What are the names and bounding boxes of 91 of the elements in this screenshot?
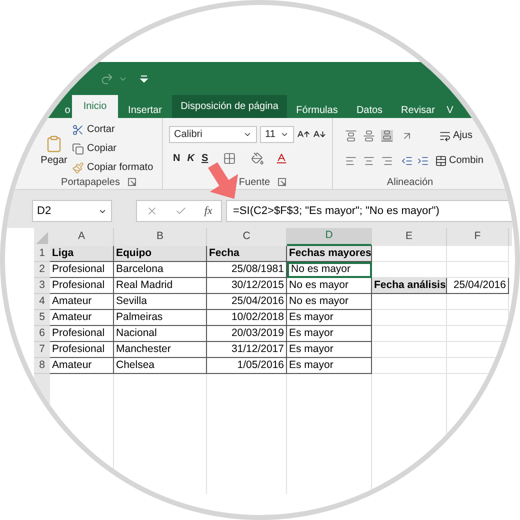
align-left-icon[interactable] (345, 154, 357, 166)
dialog-launcher-icon[interactable] (278, 178, 286, 186)
name-box[interactable]: D2 (32, 200, 112, 222)
table-cell: Amateur (50, 294, 114, 310)
ribbon-tab[interactable]: Fórmulas (287, 102, 347, 118)
wrap-text-icon (439, 130, 451, 142)
dialog-launcher-icon[interactable] (128, 178, 136, 186)
underline-button[interactable]: S (201, 151, 208, 166)
wrap-text-button[interactable]: Ajus (439, 128, 472, 143)
merge-button[interactable]: Combin (435, 153, 484, 168)
group-label: Fuente (238, 176, 270, 190)
ribbon-tab[interactable]: Disposición de página (172, 95, 287, 118)
row-header[interactable]: 1 (34, 246, 50, 262)
row-header[interactable]: 7 (34, 342, 50, 358)
cancel-icon[interactable] (146, 205, 158, 217)
table-cell: 25/04/2016 (447, 278, 509, 294)
group-label: Portapapeles (61, 176, 120, 190)
table-cell: Real Madrid (114, 278, 207, 294)
caret-icon (280, 130, 289, 139)
table-cell: Barcelona (114, 262, 207, 278)
redo-icon[interactable] (100, 72, 114, 86)
decrease-indent-icon[interactable] (401, 154, 413, 166)
table-cell: Liga (50, 246, 114, 262)
caret-icon (243, 130, 252, 139)
align-center-icon[interactable] (363, 154, 375, 166)
table-cell: 25/08/1981 (207, 262, 287, 278)
table-cell: 25/04/2016 (207, 294, 287, 310)
bold-button[interactable]: N (173, 151, 180, 166)
formula-input[interactable]: =SI(C2>$F$3; "Es mayor"; "No es mayor") (226, 200, 515, 222)
table-cell: Profesional (50, 326, 114, 342)
pointer-arrow (208, 161, 239, 201)
table-cell: 31/12/2017 (207, 342, 287, 358)
table-cell: Sevilla (114, 294, 207, 310)
insert-function-button[interactable]: fx (204, 202, 212, 220)
merge-cells-icon (435, 154, 447, 166)
table-cell: Equipo (114, 246, 207, 262)
font-name-field[interactable]: Calibri (169, 126, 257, 143)
table-cell: Fechas mayores (287, 246, 372, 262)
paintbrush-icon (72, 162, 84, 174)
table-cell: Es mayor (287, 342, 372, 358)
column-header[interactable]: F (447, 228, 509, 246)
table-cell: Profesional (50, 278, 114, 294)
table-cell: Palmeiras (114, 310, 207, 326)
group-label: Alineación (386, 176, 434, 190)
align-middle-icon[interactable] (363, 130, 375, 142)
table-cell: Manchester (114, 342, 207, 358)
table-cell: Amateur (50, 310, 114, 326)
align-bottom-icon[interactable] (381, 130, 393, 142)
row-header[interactable]: 6 (34, 326, 50, 342)
font-size-field[interactable]: 11 (260, 126, 294, 143)
align-right-icon[interactable] (381, 154, 393, 166)
table-cell: Fecha (207, 246, 287, 262)
row-header[interactable]: 8 (34, 358, 50, 374)
table-cell: No es mayor (287, 262, 372, 278)
table-cell: Fecha análisis (372, 278, 447, 294)
customize-toolbar-icon[interactable] (140, 74, 148, 82)
table-cell: 30/12/2015 (207, 278, 287, 294)
table-cell: Es mayor (287, 326, 372, 342)
enter-icon[interactable] (175, 205, 188, 217)
table-cell: Profesional (50, 262, 114, 278)
row-header[interactable]: 5 (34, 310, 50, 326)
cut-button[interactable]: Cortar (72, 122, 154, 137)
ribbon-tab[interactable]: o (63, 102, 72, 118)
italic-button[interactable]: K (187, 151, 194, 166)
table-cell: 20/03/2019 (207, 326, 287, 342)
clipboard-icon (45, 135, 63, 153)
ribbon-tab[interactable]: Inicio (72, 95, 118, 118)
row-header[interactable]: 2 (34, 262, 50, 278)
increase-indent-icon[interactable] (417, 154, 429, 166)
ribbon-tab[interactable]: V (444, 102, 456, 118)
table-cell: Nacional (114, 326, 207, 342)
scissors-icon (72, 124, 84, 136)
table-cell: 10/02/2018 (207, 310, 287, 326)
font-color-icon[interactable] (275, 152, 288, 165)
align-top-icon[interactable] (345, 130, 357, 142)
row-header[interactable]: 3 (34, 278, 50, 294)
row-header[interactable]: 4 (34, 294, 50, 310)
paste-button[interactable]: Pegar (40, 135, 68, 175)
table-cell: Profesional (50, 342, 114, 358)
table-cell: Es mayor (287, 310, 372, 326)
column-header[interactable]: E (372, 228, 447, 246)
borders-icon[interactable] (223, 152, 236, 165)
fill-color-icon[interactable] (251, 152, 264, 165)
column-header[interactable]: D (287, 228, 372, 246)
ribbon-tab[interactable]: Insertar (118, 102, 172, 118)
table-cell: No es mayor (287, 294, 372, 310)
copy-button[interactable]: Copiar (72, 141, 154, 156)
ribbon-tab[interactable]: Datos (347, 102, 392, 118)
copy-icon (72, 142, 84, 154)
ribbon-tab[interactable]: Revisar (392, 102, 444, 118)
format-painter-button[interactable]: Copiar formato (72, 160, 154, 175)
